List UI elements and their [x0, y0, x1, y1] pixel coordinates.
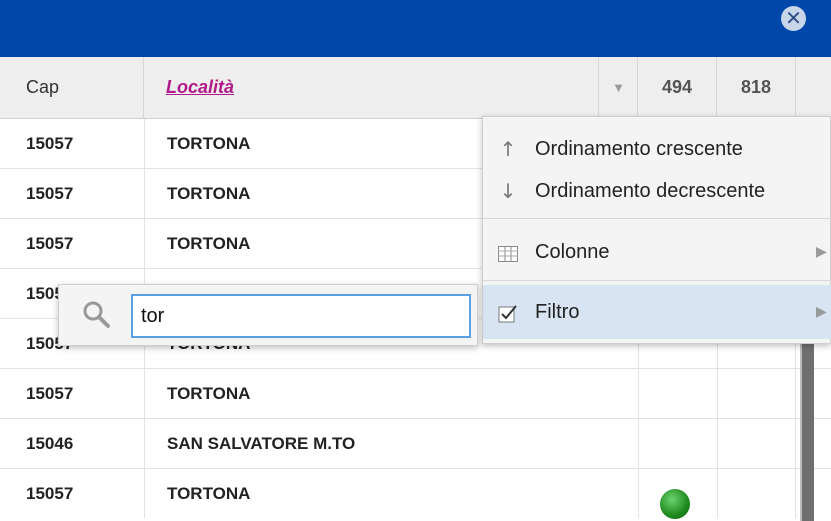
cell-cap: 15057	[26, 484, 74, 503]
cell-cap: 15057	[26, 184, 74, 203]
menu-separator	[483, 218, 831, 219]
filter-input[interactable]	[131, 294, 471, 338]
menu-item-columns[interactable]: Colonne ▶	[483, 227, 831, 277]
cell-cap: 15057	[26, 234, 74, 253]
column-header-localita[interactable]: Località	[144, 57, 638, 118]
columns-icon	[497, 227, 519, 277]
status-dot-icon	[660, 489, 690, 519]
table-row[interactable]: 15046 SAN SALVATORE M.TO	[0, 419, 831, 469]
arrow-up-icon: ↑	[499, 137, 517, 161]
window-titlebar: ✕	[0, 0, 831, 57]
grid-header: Cap Località ▼ 494 818	[0, 57, 831, 119]
vertical-scrollbar[interactable]	[800, 330, 814, 521]
cell-cap: 15057	[26, 134, 74, 153]
column-menu-dropdown-icon[interactable]: ▼	[598, 57, 638, 118]
cell-818	[717, 369, 796, 418]
table-row[interactable]: 15057 TORTONA	[0, 469, 831, 521]
menu-item-label: Ordinamento decrescente	[535, 180, 766, 202]
menu-item-label: Ordinamento crescente	[535, 138, 743, 160]
menu-item-sort-descending[interactable]: ↓ Ordinamento decrescente	[483, 169, 831, 213]
arrow-down-icon: ↓	[499, 179, 517, 203]
column-context-menu: ↑ Ordinamento crescente ↓ Ordinamento de…	[482, 116, 831, 344]
menu-item-sort-ascending[interactable]: ↑ Ordinamento crescente	[483, 127, 831, 171]
cell-cap: 15057	[26, 384, 74, 403]
menu-separator	[483, 280, 831, 281]
cell-localita: TORTONA	[144, 369, 638, 418]
menu-item-filter[interactable]: Filtro ▶	[483, 285, 831, 339]
cell-cap: 15046	[26, 434, 74, 453]
cell-localita: TORTONA	[144, 469, 638, 518]
submenu-arrow-icon: ▶	[816, 244, 827, 260]
column-header-494[interactable]: 494	[638, 57, 717, 118]
menu-item-label: Colonne	[535, 241, 610, 263]
menu-item-label: Filtro	[535, 301, 580, 323]
search-icon	[83, 301, 110, 328]
column-header-cap[interactable]: Cap	[0, 57, 144, 118]
cell-494	[638, 369, 717, 418]
cell-818	[717, 419, 796, 468]
cell-818	[717, 469, 796, 518]
cell-localita: SAN SALVATORE M.TO	[144, 419, 638, 468]
cell-494	[638, 419, 717, 468]
table-row[interactable]: 15057 TORTONA	[0, 369, 831, 419]
column-header-818[interactable]: 818	[717, 57, 796, 118]
checkbox-icon	[497, 285, 519, 339]
submenu-arrow-icon: ▶	[816, 304, 827, 320]
close-icon[interactable]: ✕	[781, 6, 806, 31]
filter-popup	[58, 284, 478, 346]
